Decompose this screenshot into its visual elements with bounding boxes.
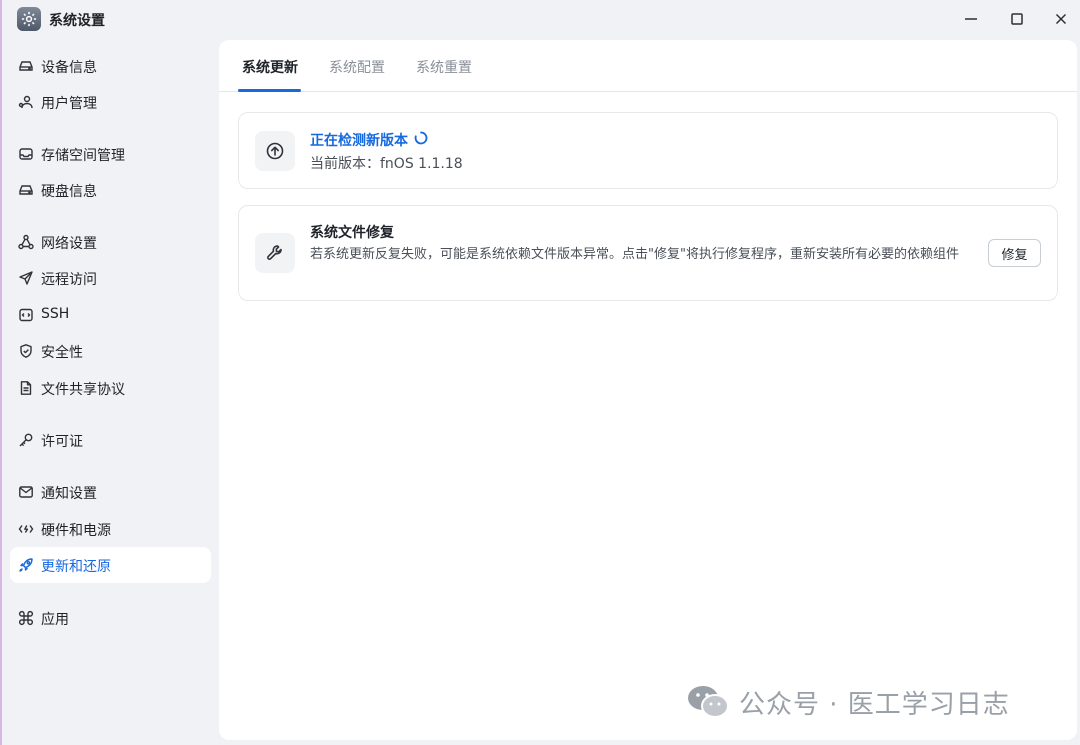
shield-icon [18,343,34,359]
drive-icon [18,182,34,198]
sidebar-item-label: 硬件和电源 [41,523,111,539]
sidebar-item-network[interactable]: 网络设置 [10,224,211,260]
title-bar: 系统设置 [2,0,1080,40]
wechat-icon [688,686,729,718]
sidebar-item-label: 安全性 [41,345,83,361]
sidebar-item-storage[interactable]: 存储空间管理 [10,136,211,172]
maximize-icon [1011,13,1023,25]
watermark: 公众号 · 医工学习日志 [687,684,1010,720]
tab-bar: 系统更新 系统配置 系统重置 [219,40,1077,92]
watermark-text: 公众号 · 医工学习日志 [739,689,1010,720]
sidebar-item-security[interactable]: 安全性 [10,333,211,369]
sidebar: 设备信息 用户管理 存储空间管理 硬盘信息 网络设置 远程访问 SSH 安全性 … [2,40,218,745]
storage-icon [18,146,34,162]
minimize-icon [965,18,977,20]
sidebar-item-label: 网络设置 [41,236,97,252]
sidebar-item-update-restore[interactable]: 更新和还原 [10,547,211,583]
sidebar-item-hardware-power[interactable]: 硬件和电源 [10,511,211,547]
tab-system-reset[interactable]: 系统重置 [416,57,472,77]
sidebar-item-label: 设备信息 [41,60,97,76]
update-status-title: 正在检测新版本 [310,133,408,149]
network-icon [18,234,34,250]
current-version: 当前版本：fnOS 1.1.18 [310,156,463,172]
sidebar-item-ssh[interactable]: SSH [10,297,211,333]
send-icon [18,270,34,286]
sidebar-item-notifications[interactable]: 通知设置 [10,474,211,510]
sidebar-item-label: 应用 [41,612,69,628]
drive-icon [18,58,34,74]
window-title: 系统设置 [49,13,105,29]
gear-icon [17,7,41,31]
settings-window: 系统设置 设备信息 用户管理 存储空间管理 硬盘信息 网络设置 远程访问 SSH… [0,0,1080,745]
sidebar-item-label: 文件共享协议 [41,382,125,398]
maximize-button[interactable] [1000,5,1034,33]
tab-system-update[interactable]: 系统更新 [242,57,298,77]
sidebar-item-disk-info[interactable]: 硬盘信息 [10,172,211,208]
sidebar-item-label: 存储空间管理 [41,148,125,164]
document-icon [18,380,34,396]
key-icon [18,432,34,448]
tab-system-config[interactable]: 系统配置 [329,57,385,77]
upload-circle-icon [255,131,295,171]
sidebar-item-label: 用户管理 [41,96,97,112]
sidebar-item-device-info[interactable]: 设备信息 [10,48,211,84]
repair-title: 系统文件修复 [310,225,394,241]
sidebar-item-remote-access[interactable]: 远程访问 [10,260,211,296]
close-icon [1055,13,1067,25]
minimize-button[interactable] [954,5,988,33]
command-icon [18,610,34,626]
repair-button[interactable]: 修复 [988,239,1041,267]
active-tab-indicator [238,89,301,92]
close-button[interactable] [1044,5,1078,33]
system-repair-card: 系统文件修复 若系统更新反复失败，可能是系统依赖文件版本异常。点击"修复"将执行… [238,205,1058,301]
sidebar-item-license[interactable]: 许可证 [10,422,211,458]
sidebar-item-label: SSH [41,306,70,322]
update-check-card: 正在检测新版本 当前版本：fnOS 1.1.18 [238,112,1058,189]
power-icon [18,521,34,537]
sidebar-item-apps[interactable]: 应用 [10,600,211,636]
users-icon [18,94,34,110]
mail-icon [18,484,34,500]
loading-spinner-icon [414,131,428,145]
sidebar-item-label: 更新和还原 [41,559,111,575]
main-panel: 系统更新 系统配置 系统重置 正在检测新版本 当前版本：fnOS 1.1.18 … [219,40,1077,740]
sidebar-item-label: 许可证 [41,434,83,450]
wrench-icon [255,233,295,273]
sidebar-item-label: 远程访问 [41,272,97,288]
repair-description: 若系统更新反复失败，可能是系统依赖文件版本异常。点击"修复"将执行修复程序，重新… [310,247,959,262]
sidebar-item-user-management[interactable]: 用户管理 [10,84,211,120]
sidebar-item-file-sharing[interactable]: 文件共享协议 [10,370,211,406]
rocket-icon [18,557,34,573]
sidebar-item-label: 通知设置 [41,486,97,502]
sidebar-item-label: 硬盘信息 [41,184,97,200]
terminal-icon [18,307,34,323]
